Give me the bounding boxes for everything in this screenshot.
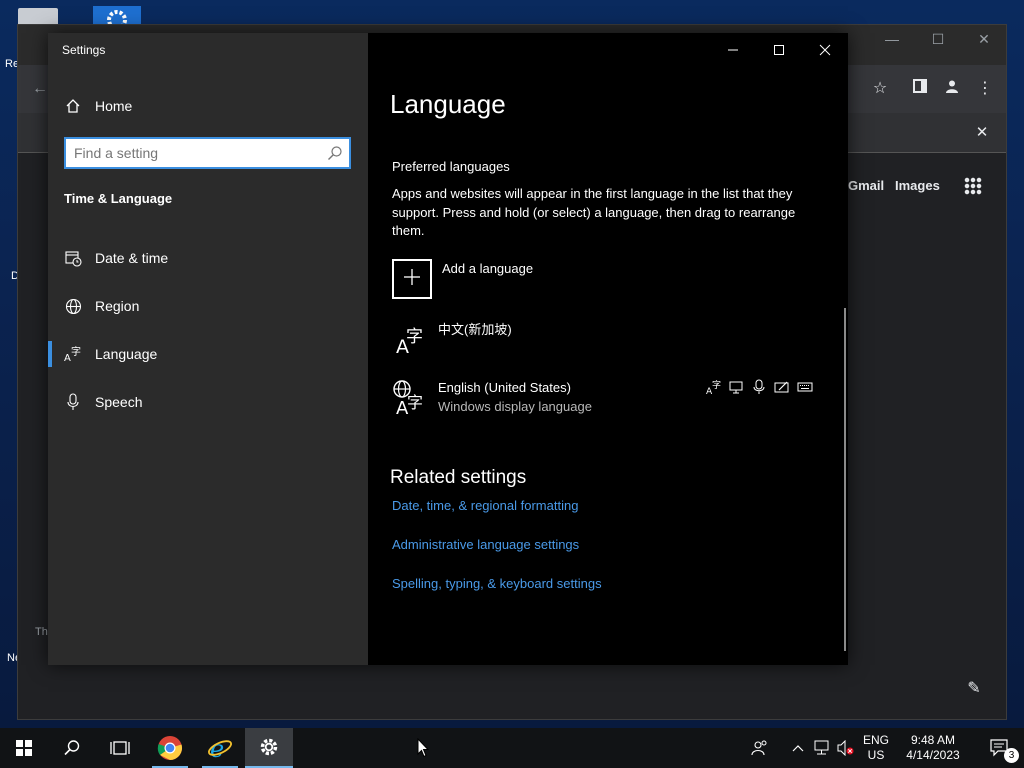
start-button[interactable] xyxy=(0,728,48,768)
related-settings-heading: Related settings xyxy=(390,467,527,488)
mouse-cursor-icon xyxy=(417,738,429,758)
nav-home[interactable]: Home xyxy=(48,86,368,126)
language-pack-icon: A字 xyxy=(706,379,724,397)
people-button[interactable] xyxy=(740,728,780,768)
chrome-minimize-icon[interactable]: — xyxy=(878,31,906,51)
close-button[interactable] xyxy=(802,37,848,63)
language-item-english[interactable]: English (United States) xyxy=(438,380,571,395)
volume-button[interactable] xyxy=(834,728,858,768)
star-icon[interactable]: ☆ xyxy=(868,77,892,101)
microphone-icon xyxy=(64,393,82,411)
search-icon xyxy=(64,740,80,756)
svg-text:A: A xyxy=(64,353,71,363)
images-link[interactable]: Images xyxy=(895,178,940,193)
side-panel-icon[interactable] xyxy=(908,77,932,101)
svg-text:字: 字 xyxy=(406,327,423,347)
sidebar-item-label: Language xyxy=(95,346,158,362)
sidebar-item-language[interactable]: A字 Language xyxy=(48,334,368,374)
settings-content: Language Preferred languages Apps and we… xyxy=(368,33,848,665)
speech-mic-icon xyxy=(752,379,770,395)
add-language-button[interactable] xyxy=(392,259,432,299)
home-icon xyxy=(64,97,82,115)
search-taskbar-button[interactable] xyxy=(48,728,96,768)
show-hidden-icons-button[interactable] xyxy=(786,728,810,768)
minimize-button[interactable] xyxy=(710,37,756,63)
settings-window: Settings Home Time & Language Date & tim… xyxy=(48,33,848,665)
nav-home-label: Home xyxy=(95,98,133,114)
sidebar-item-label: Date & time xyxy=(95,250,169,266)
infobar-close-icon[interactable]: ✕ xyxy=(970,121,994,145)
taskbar: e ENG US 9:48 AM 4/14/2023 3 xyxy=(0,728,1024,768)
svg-text:字: 字 xyxy=(712,379,721,391)
people-icon xyxy=(751,740,767,756)
profile-icon[interactable] xyxy=(940,77,964,101)
globe-icon xyxy=(64,297,82,315)
display-icon xyxy=(729,379,747,395)
network-icon xyxy=(814,740,829,755)
sidebar-item-region[interactable]: Region xyxy=(48,286,368,326)
svg-text:字: 字 xyxy=(407,393,423,412)
link-spelling-typing-keyboard[interactable]: Spelling, typing, & keyboard settings xyxy=(392,576,602,591)
action-center-button[interactable]: 3 xyxy=(976,728,1024,768)
sidebar-item-label: Region xyxy=(95,298,140,314)
plus-icon xyxy=(403,268,421,291)
gmail-link[interactable]: Gmail xyxy=(848,178,884,193)
language-icon: A字 xyxy=(392,320,428,358)
sidebar-item-speech[interactable]: Speech xyxy=(48,382,368,422)
section-title: Time & Language xyxy=(64,191,173,206)
clock[interactable]: 9:48 AM 4/14/2023 xyxy=(898,733,968,763)
language-icon: A字 xyxy=(64,345,82,363)
settings-sidebar: Settings Home Time & Language Date & tim… xyxy=(48,33,368,665)
search-input[interactable] xyxy=(74,143,318,163)
chrome-page-text: Th xyxy=(35,626,48,638)
task-view-button[interactable] xyxy=(96,728,144,768)
handwriting-icon xyxy=(774,379,792,395)
keyboard-icon xyxy=(797,379,815,395)
search-icon xyxy=(327,145,343,166)
maximize-button[interactable] xyxy=(756,37,802,63)
apps-grid-icon[interactable] xyxy=(964,177,982,195)
kebab-menu-icon[interactable]: ⋮ xyxy=(973,77,997,101)
sidebar-item-date-time[interactable]: Date & time xyxy=(48,238,368,278)
clock-date: 4/14/2023 xyxy=(906,748,960,762)
language-item-chinese[interactable]: 中文(新加坡) xyxy=(438,319,512,338)
calendar-clock-icon xyxy=(64,249,82,267)
display-language-icon: A字 xyxy=(392,379,428,419)
preferred-languages-heading: Preferred languages xyxy=(392,159,510,174)
windows-logo-icon xyxy=(16,740,32,756)
scrollbar[interactable] xyxy=(844,308,846,651)
task-view-icon xyxy=(110,741,130,755)
page-title: Language xyxy=(390,89,506,119)
add-language-label[interactable]: Add a language xyxy=(442,261,533,276)
chrome-logo-icon xyxy=(157,736,183,760)
language-subtitle: Windows display language xyxy=(438,399,592,414)
link-date-time-regional[interactable]: Date, time, & regional formatting xyxy=(392,498,578,513)
link-admin-language[interactable]: Administrative language settings xyxy=(392,537,579,552)
network-button[interactable] xyxy=(811,728,835,768)
chrome-maximize-icon[interactable]: ☐ xyxy=(924,31,952,51)
chrome-taskbar-button[interactable] xyxy=(146,728,194,768)
search-box[interactable] xyxy=(64,137,351,169)
window-title: Settings xyxy=(62,43,106,57)
gear-icon xyxy=(260,738,278,756)
preferred-languages-description: Apps and websites will appear in the fir… xyxy=(392,186,796,238)
lang-bottom: US xyxy=(867,748,885,762)
settings-taskbar-button[interactable] xyxy=(245,728,293,768)
sidebar-item-label: Speech xyxy=(95,394,143,410)
svg-text:字: 字 xyxy=(71,345,81,358)
volume-muted-icon xyxy=(837,740,854,756)
lang-top: ENG xyxy=(862,733,889,747)
edit-pencil-icon[interactable]: ✎ xyxy=(962,677,986,701)
internet-explorer-icon: e xyxy=(208,735,232,761)
input-language-indicator[interactable]: ENG US xyxy=(858,733,894,763)
chrome-close-icon[interactable]: ✕ xyxy=(970,31,998,51)
ie-taskbar-button[interactable]: e xyxy=(196,728,244,768)
clock-time: 9:48 AM xyxy=(910,733,956,747)
notification-badge: 3 xyxy=(1004,748,1019,763)
chevron-up-icon xyxy=(792,745,804,752)
